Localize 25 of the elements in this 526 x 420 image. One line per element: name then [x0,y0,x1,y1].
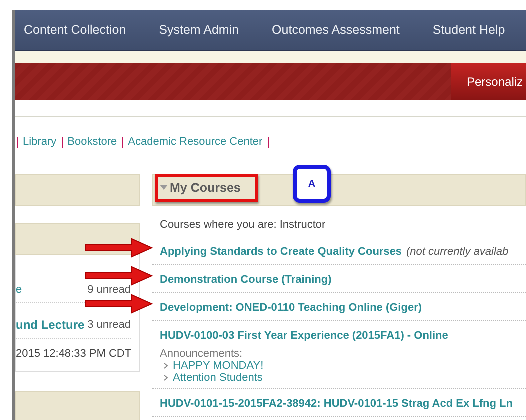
course-link[interactable]: Demonstration Course (Training) [160,274,332,286]
announcements-label: Announcements: [160,348,244,360]
discussion-link[interactable]: und Lecture [16,318,85,332]
availability-note: (not currently availab [406,246,509,258]
quick-link[interactable]: Academic Resource Center [128,136,263,148]
course-link[interactable]: HUDV-0101-15-2015FA2-38942: HUDV-0101-15 Strag Acd Ex Lfng Ln [160,398,513,410]
quick-link[interactable]: Bookstore [68,136,118,148]
course-link[interactable]: HUDV-0100-03 First Year Experience (2015FA1) - Online [160,330,448,342]
nav-tab[interactable]: Outcomes Assessment [272,23,400,37]
unread-count: 3 unread [88,319,131,331]
nav-tab[interactable]: System Admin [159,23,240,37]
nav-tab[interactable]: Content Collection [24,23,126,37]
course-link[interactable]: Applying Standards to Create Quality Courses [160,246,402,258]
role-line: Courses where you are: Instructor [159,218,327,233]
module-title[interactable]: My Courses [155,174,258,202]
unread-count: 9 unread [88,284,131,296]
timestamp: 2015 12:48:33 PM CDT [16,347,131,362]
discussion-link[interactable]: e [16,284,22,296]
annotation-badge: A [293,165,331,203]
course-link[interactable]: Development: ONED-0110 Teaching Online (Giger) [160,302,422,314]
announcement-link[interactable]: HAPPY MONDAY! [173,360,264,372]
quick-link[interactable]: Library [23,136,57,148]
personalize-button[interactable]: Personaliz [451,63,526,100]
announcement-link[interactable]: Attention Students [173,372,263,384]
nav-tab[interactable]: Student Help [432,23,506,37]
